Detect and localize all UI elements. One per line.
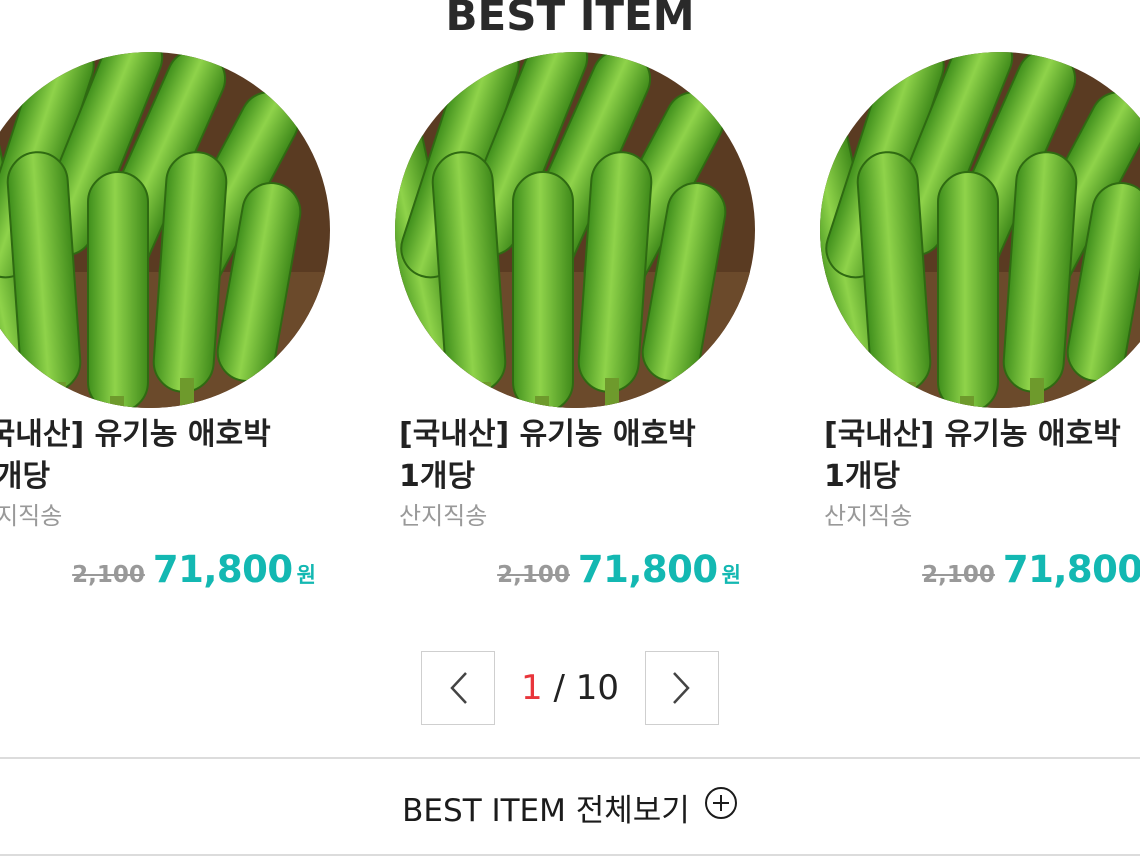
price-row: 2,100 71,800원 <box>399 548 741 591</box>
divider <box>0 854 1140 856</box>
view-all-button[interactable]: BEST ITEM 전체보기 <box>0 760 1140 854</box>
product-origin: 산지직송 <box>0 502 63 530</box>
next-page-button[interactable] <box>645 651 719 725</box>
total-pages: 10 <box>575 668 619 708</box>
old-price: 2,100 <box>72 562 145 588</box>
best-item-section: BEST ITEM 국내산] 유기농 애호박 개당 지직송 2,100 71,8… <box>0 0 1140 857</box>
product-name[interactable]: [국내산] 유기농 애호박 1개당 <box>824 414 1140 498</box>
price-row: 2,10071,800원 <box>824 548 1140 591</box>
product-card[interactable]: [국내산] 유기농 애호박 1개당 산지직송 2,100 71,800원 <box>395 52 759 612</box>
old-price: 2,100 <box>922 562 995 588</box>
product-card[interactable]: [국내산] 유기농 애호박 1개당 산지직송 2,100 71,800원 <box>0 52 334 612</box>
plus-circle-icon <box>704 786 738 828</box>
product-image[interactable] <box>395 52 755 408</box>
sale-price: 71,800 <box>577 548 718 591</box>
product-name[interactable]: [국내산] 유기농 애호박 1개당 <box>399 414 759 498</box>
chevron-left-icon <box>450 672 467 704</box>
prev-page-button[interactable] <box>421 651 495 725</box>
product-origin: 산지직송 <box>399 502 488 530</box>
view-all-label: BEST ITEM 전체보기 <box>402 792 690 829</box>
page-indicator: 1 / 10 <box>496 664 644 712</box>
price-row: 2,100 71,800원 <box>0 548 316 591</box>
product-image[interactable] <box>820 52 1140 408</box>
sale-price: 71,800 <box>152 548 293 591</box>
product-image[interactable] <box>0 52 330 408</box>
chevron-right-icon <box>673 672 690 704</box>
product-origin: 산지직송 <box>824 502 913 530</box>
page-separator: / <box>542 668 576 708</box>
currency-unit: 원 <box>721 563 741 587</box>
currency-unit: 원 <box>296 563 316 587</box>
old-price: 2,100 <box>497 562 570 588</box>
divider <box>0 757 1140 759</box>
product-card[interactable]: [국내산] 유기농 애호박 1개당 산지직송 2,10071,800원 <box>820 52 1140 612</box>
section-title: BEST ITEM <box>445 0 695 40</box>
current-page: 1 <box>521 668 543 708</box>
product-name[interactable]: [국내산] 유기농 애호박 1개당 <box>0 414 334 498</box>
sale-price: 71,800 <box>1002 548 1140 591</box>
